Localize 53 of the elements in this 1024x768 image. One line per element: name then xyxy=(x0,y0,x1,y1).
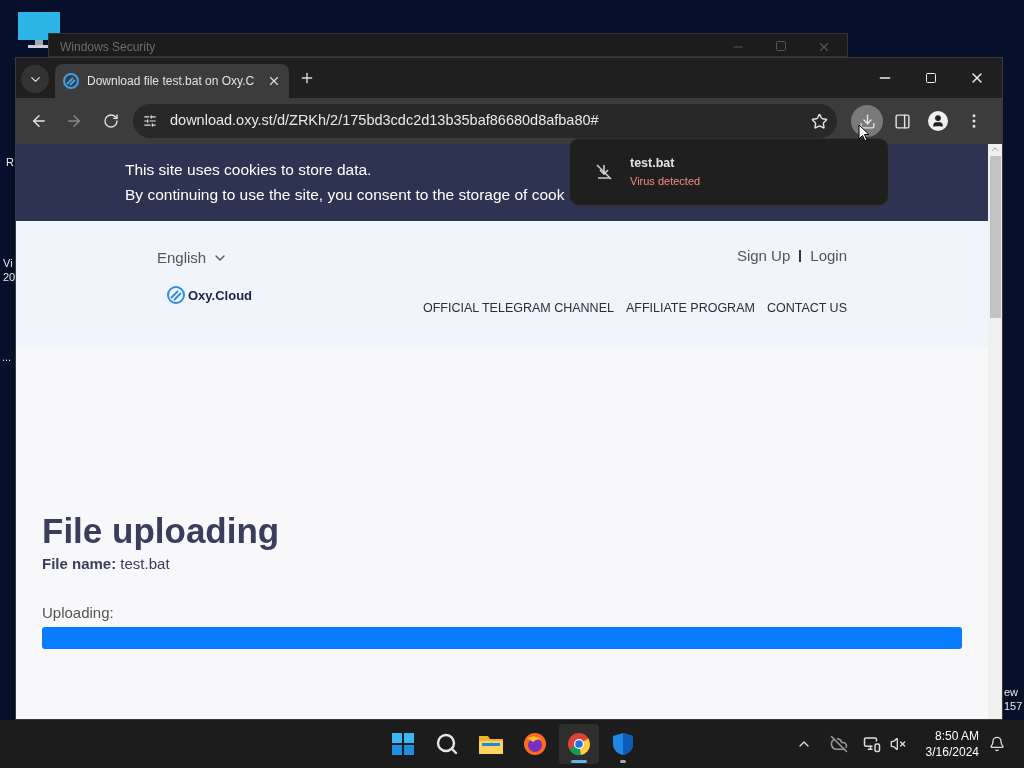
cloud-off-icon[interactable] xyxy=(829,735,848,753)
page-heading: File uploading xyxy=(42,511,281,551)
network-icon[interactable] xyxy=(862,735,881,753)
profile-icon[interactable] xyxy=(928,111,948,131)
desktop-label: Vi 20 xyxy=(3,256,16,284)
reload-icon[interactable] xyxy=(103,113,119,129)
back-icon[interactable] xyxy=(30,112,48,130)
download-file-name: test.bat xyxy=(630,155,676,173)
cookie-notice-text: This site uses cookies to store data. xyxy=(125,160,372,179)
close-tab-icon[interactable] xyxy=(267,74,281,88)
download-blocked-icon xyxy=(595,163,613,181)
site-logo[interactable]: Oxy.Cloud xyxy=(167,285,253,305)
nav-link[interactable]: CONTACT US xyxy=(766,298,847,318)
desktop-label: ... xyxy=(2,350,12,364)
cookie-notice-text: By continuing to use the site, you consent to the storage of cook xyxy=(125,185,565,204)
desktop-label: ew 157 xyxy=(1004,685,1023,713)
bookmark-star-icon[interactable] xyxy=(811,112,828,130)
mouse-cursor-icon xyxy=(858,124,870,143)
notifications-icon[interactable] xyxy=(989,736,1005,752)
side-panel-icon[interactable] xyxy=(894,112,911,130)
scrollbar[interactable] xyxy=(988,144,1002,719)
taskbar-button[interactable] xyxy=(559,724,599,764)
downloads-button[interactable] xyxy=(851,105,883,137)
site-settings-icon[interactable] xyxy=(143,114,157,128)
site-logo-icon xyxy=(63,73,79,89)
fox-globe-icon xyxy=(523,732,547,756)
forward-icon[interactable] xyxy=(65,112,83,130)
computer-icon[interactable] xyxy=(18,12,60,48)
search-icon xyxy=(435,732,459,756)
browser-tab[interactable]: Download file test.bat on Oxy.C xyxy=(55,64,289,98)
chrome-icon xyxy=(567,732,591,756)
language-selector[interactable]: English xyxy=(157,243,229,270)
new-tab-icon[interactable] xyxy=(299,70,315,86)
nav-link[interactable]: AFFILIATE PROGRAM xyxy=(625,298,755,318)
volume-muted-icon[interactable] xyxy=(889,736,906,752)
windows-logo-icon xyxy=(391,732,415,756)
shield-icon xyxy=(612,732,634,756)
desktop-label: R xyxy=(6,155,14,169)
folder-icon xyxy=(478,733,504,755)
url-text: download.oxy.st/d/ZRKh/2/175bd3cdc2d13b35baf86680d8afba80# xyxy=(170,111,599,131)
scrollbar-thumb[interactable] xyxy=(989,156,1001,318)
window-title: Windows Security xyxy=(60,40,156,54)
upload-label: Uploading: xyxy=(42,602,115,623)
login-link[interactable]: Login xyxy=(810,245,847,268)
download-status: Virus detected xyxy=(630,174,701,190)
clock[interactable]: 8:50 AM 3/16/2024 xyxy=(925,728,979,760)
sign-up-link[interactable]: Sign Up xyxy=(736,245,791,268)
nav-link[interactable]: OFFICIAL TELEGRAM CHANNEL xyxy=(422,298,614,318)
download-icon xyxy=(858,112,876,130)
address-bar[interactable]: download.oxy.st/d/ZRKh/2/175bd3cdc2d13b35baf86680d8afba80# xyxy=(133,104,837,138)
tab-search-button[interactable] xyxy=(21,65,49,93)
tab-title: Download file test.bat on Oxy.C xyxy=(87,73,255,90)
file-name-text: File name: test.bat xyxy=(42,554,171,574)
